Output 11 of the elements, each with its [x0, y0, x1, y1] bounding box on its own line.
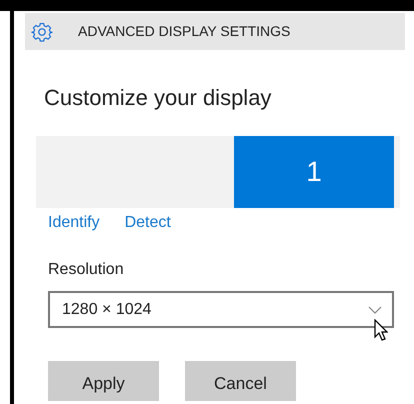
mouse-cursor-icon — [374, 319, 388, 341]
dialog-button[interactable]: Cancel — [185, 361, 296, 401]
dialog-button[interactable]: Apply — [48, 361, 159, 401]
chevron-down-icon — [368, 306, 382, 314]
link[interactable]: Detect — [124, 212, 171, 234]
resolution-label: Resolution — [48, 260, 125, 280]
header-title: ADVANCED DISPLAY SETTINGS — [78, 22, 290, 41]
page-heading: Customize your display — [44, 84, 272, 112]
link[interactable]: Identify — [48, 212, 100, 234]
monitor-tile[interactable]: 1 — [234, 136, 394, 208]
gear-icon — [31, 20, 53, 42]
